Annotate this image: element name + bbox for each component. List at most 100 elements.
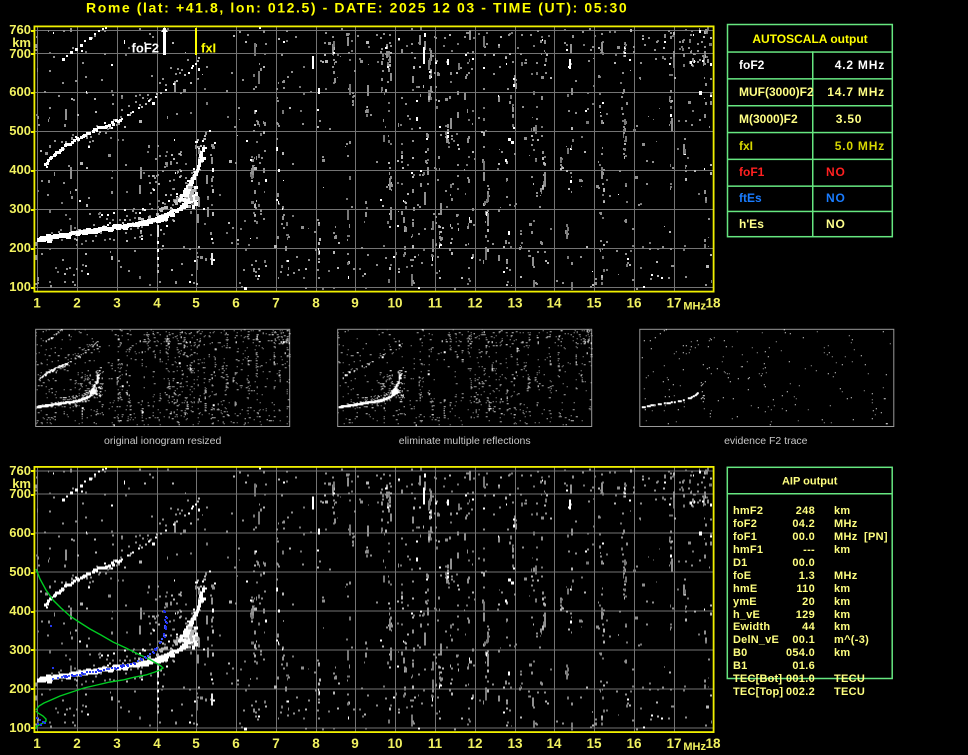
svg-text:3: 3 [113, 296, 121, 311]
svg-text:TEC[Top]: TEC[Top] [733, 686, 783, 698]
svg-text:00.0: 00.0 [792, 557, 815, 569]
svg-text:04.2: 04.2 [792, 518, 815, 530]
svg-text:16: 16 [626, 296, 642, 311]
svg-text:foF1: foF1 [733, 531, 757, 543]
svg-text:17: 17 [666, 296, 681, 311]
svg-text:foE: foE [733, 570, 751, 582]
svg-text:MHz: MHz [834, 518, 858, 530]
svg-text:h'Es: h'Es [739, 217, 764, 231]
svg-text:002.2: 002.2 [786, 686, 815, 698]
svg-text:6: 6 [232, 296, 240, 311]
svg-text:original ionogram resized: original ionogram resized [104, 435, 221, 447]
svg-text:13: 13 [507, 736, 523, 751]
svg-text:13: 13 [507, 296, 523, 311]
svg-text:001.0: 001.0 [786, 673, 815, 685]
svg-text:2: 2 [73, 296, 81, 311]
svg-text:129: 129 [796, 609, 815, 621]
svg-text:8: 8 [312, 296, 320, 311]
svg-text:14: 14 [546, 736, 562, 751]
svg-text:3.50: 3.50 [836, 112, 863, 126]
svg-text:500: 500 [9, 123, 31, 138]
svg-text:500: 500 [9, 564, 31, 579]
svg-text:44: 44 [802, 621, 815, 633]
svg-text:110: 110 [796, 583, 815, 595]
svg-text:DelN_vE: DelN_vE [733, 634, 779, 646]
svg-text:AUTOSCALA output: AUTOSCALA output [752, 32, 867, 46]
svg-text:1.3: 1.3 [799, 570, 815, 582]
svg-text:300: 300 [9, 642, 31, 657]
svg-text:km: km [834, 621, 851, 633]
svg-text:600: 600 [9, 525, 31, 540]
svg-text:054.0: 054.0 [786, 647, 815, 659]
svg-text:Ewidth: Ewidth [733, 621, 770, 633]
svg-text:foF2: foF2 [132, 41, 159, 56]
svg-text:9: 9 [351, 736, 359, 751]
svg-text:5: 5 [192, 296, 200, 311]
svg-text:5.0 MHz: 5.0 MHz [835, 139, 885, 153]
svg-text:TECU: TECU [834, 686, 865, 698]
svg-text:20: 20 [802, 596, 815, 608]
svg-text:8: 8 [312, 736, 320, 751]
svg-text:16: 16 [626, 736, 642, 751]
svg-text:10: 10 [387, 736, 402, 751]
svg-text:km: km [834, 544, 851, 556]
svg-text:km: km [834, 609, 851, 621]
svg-text:00.0: 00.0 [792, 531, 815, 543]
svg-text:m^(-3): m^(-3) [834, 634, 869, 646]
svg-text:11: 11 [428, 296, 443, 311]
svg-text:600: 600 [9, 84, 31, 99]
svg-text:eliminate multiple reflections: eliminate multiple reflections [399, 435, 531, 447]
svg-text:MHz: MHz [834, 531, 858, 543]
svg-text:h_vE: h_vE [733, 609, 760, 621]
svg-text:ymE: ymE [733, 596, 757, 608]
svg-text:400: 400 [9, 162, 31, 177]
svg-text:7: 7 [272, 736, 280, 751]
svg-text:9: 9 [351, 296, 359, 311]
svg-text:TEC[Bot]: TEC[Bot] [733, 673, 782, 685]
svg-text:fxI: fxI [201, 41, 216, 56]
svg-text:700: 700 [9, 486, 31, 501]
svg-text:15: 15 [586, 736, 602, 751]
svg-text:foF2: foF2 [733, 518, 757, 530]
svg-text:10: 10 [387, 296, 402, 311]
svg-text:NO: NO [826, 191, 846, 205]
svg-text:17: 17 [666, 736, 681, 751]
svg-text:MHz: MHz [834, 570, 858, 582]
svg-text:6: 6 [232, 736, 240, 751]
svg-text:km: km [834, 505, 851, 517]
svg-text:100: 100 [9, 720, 31, 735]
svg-text:400: 400 [9, 603, 31, 618]
svg-text:MUF(3000)F2: MUF(3000)F2 [739, 85, 814, 99]
svg-text:evidence F2 trace: evidence F2 trace [724, 435, 808, 447]
svg-text:fxI: fxI [739, 139, 753, 153]
svg-text:11: 11 [428, 736, 443, 751]
svg-text:D1: D1 [733, 557, 747, 569]
svg-text:AIP output: AIP output [782, 476, 838, 488]
svg-text:4: 4 [153, 296, 161, 311]
svg-text:foF1: foF1 [739, 165, 765, 179]
svg-text:100: 100 [9, 279, 31, 294]
svg-text:7: 7 [272, 296, 280, 311]
svg-text:hmF2: hmF2 [733, 505, 763, 517]
svg-text:km: km [834, 647, 851, 659]
svg-text:hmE: hmE [733, 583, 757, 595]
svg-text:[PN]: [PN] [864, 531, 888, 543]
svg-text:12: 12 [467, 736, 482, 751]
svg-text:3: 3 [113, 736, 121, 751]
svg-text:B1: B1 [733, 660, 747, 672]
svg-text:km: km [834, 596, 851, 608]
svg-text:4.2 MHz: 4.2 MHz [835, 58, 885, 72]
svg-text:foF2: foF2 [739, 58, 765, 72]
svg-text:B0: B0 [733, 647, 747, 659]
svg-text:18: 18 [705, 736, 721, 751]
svg-text:4: 4 [153, 736, 161, 751]
svg-text:12: 12 [467, 296, 482, 311]
svg-text:1: 1 [33, 296, 41, 311]
svg-text:01.6: 01.6 [792, 660, 815, 672]
svg-text:14.7 MHz: 14.7 MHz [827, 85, 885, 99]
svg-text:300: 300 [9, 201, 31, 216]
svg-text:MHz: MHz [683, 301, 706, 313]
svg-text:TECU: TECU [834, 673, 865, 685]
svg-text:---: --- [803, 544, 815, 556]
svg-text:00.1: 00.1 [792, 634, 815, 646]
